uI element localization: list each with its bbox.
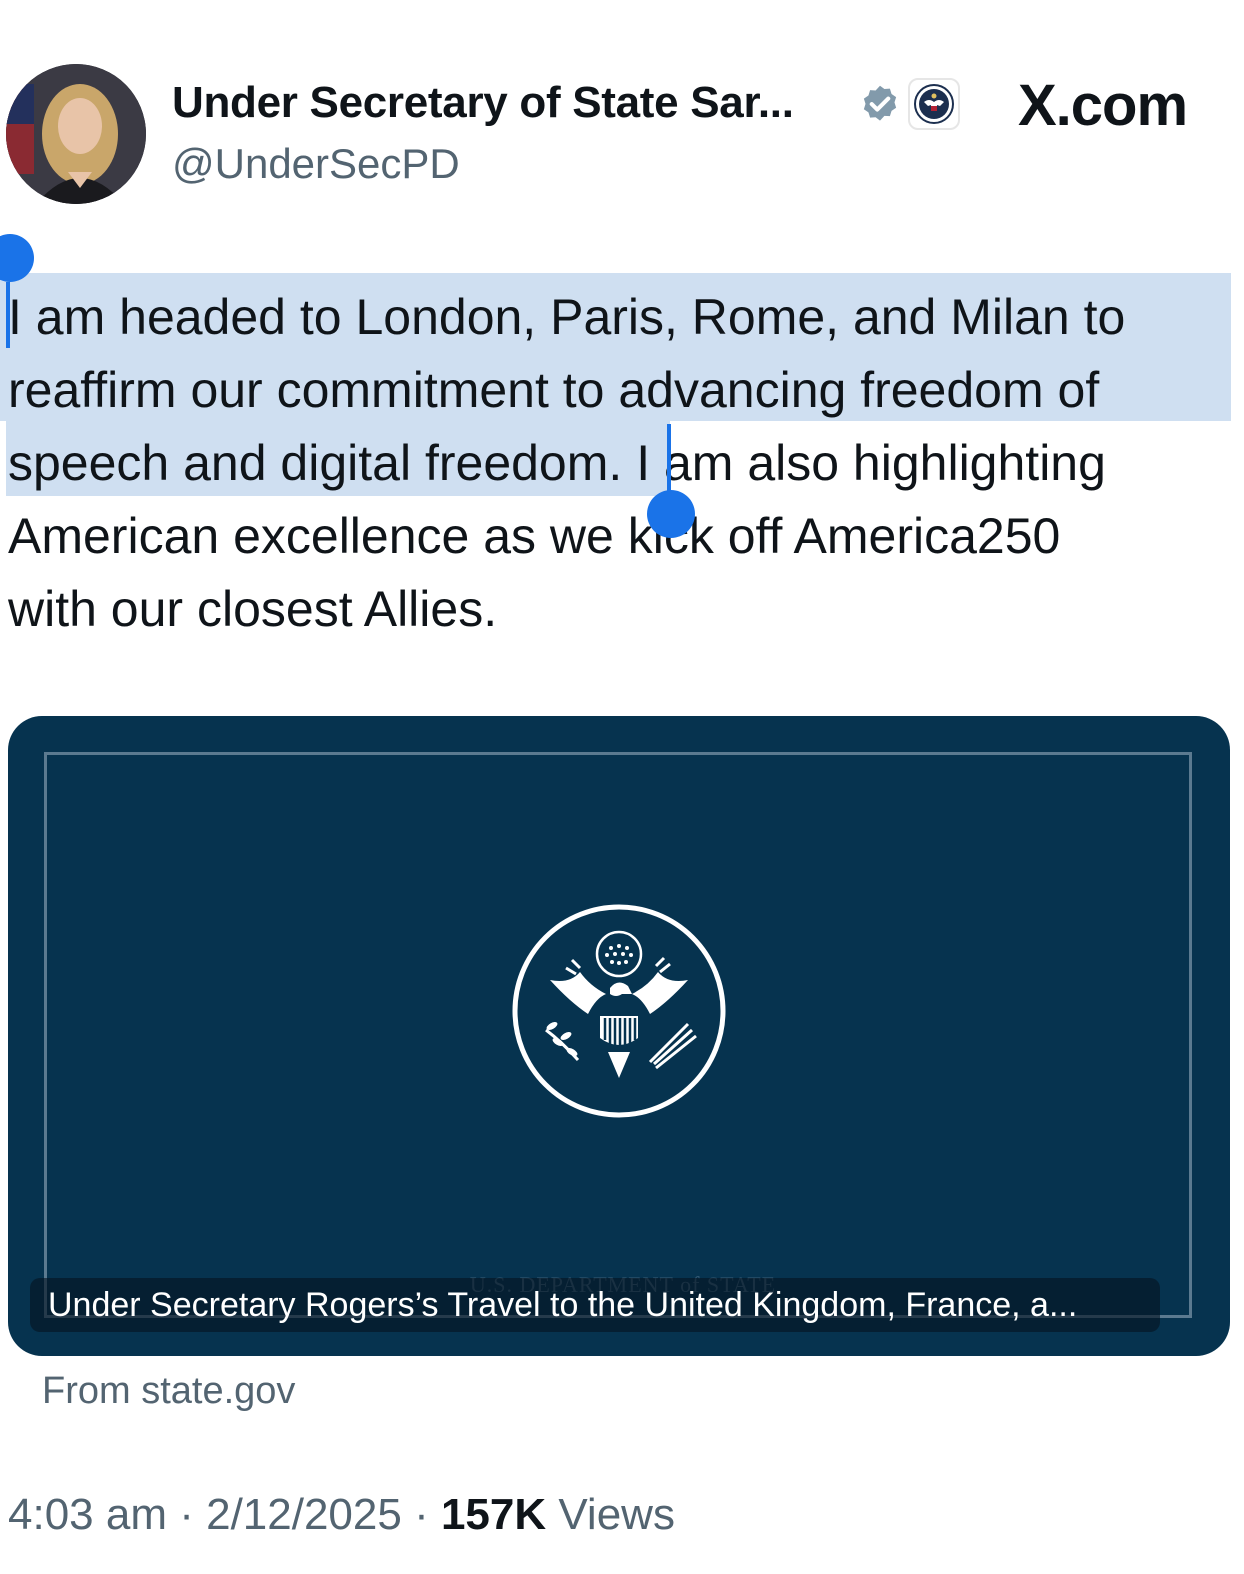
tweet-time[interactable]: 4:03 am	[8, 1490, 167, 1539]
verified-badge-icon	[863, 85, 897, 121]
card-caption[interactable]: Under Secretary Rogers’s Travel to the U…	[30, 1278, 1160, 1332]
user-handle[interactable]: @UnderSecPD	[172, 140, 460, 188]
tweet-line: reaffirm our commitment to advancing fre…	[8, 362, 1100, 418]
tweet-line-selected: speech and digital freedom.	[8, 435, 623, 491]
tweet-text[interactable]: I am headed to London, Paris, Rome, and …	[8, 281, 1238, 646]
state-department-seal-icon[interactable]	[908, 78, 960, 130]
selection-start-caret	[6, 282, 10, 348]
tweet-meta: 4:03 am · 2/12/2025 · 157K Views	[8, 1490, 675, 1540]
site-logo-text: X.com	[1018, 73, 1188, 138]
selection-end-caret	[667, 424, 671, 494]
x-logo: X.com	[1018, 72, 1188, 139]
tweet-date[interactable]: 2/12/2025	[206, 1490, 402, 1539]
meta-separator: ·	[401, 1490, 441, 1539]
selection-end-handle[interactable]	[647, 490, 695, 538]
display-name[interactable]: Under Secretary of State Sar...	[172, 78, 794, 128]
tweet-line: speech and digital freedom. I am also hi…	[8, 427, 1238, 500]
views-count[interactable]: 157K	[441, 1490, 546, 1539]
avatar[interactable]	[6, 64, 146, 204]
views-label: Views	[546, 1490, 675, 1539]
state-department-seal-icon	[512, 904, 726, 1118]
link-card[interactable]: U.S. DEPARTMENT of STATE Under Secretary…	[8, 716, 1230, 1356]
meta-separator: ·	[166, 1490, 207, 1539]
tweet-line-rest: I am also highlighting	[622, 435, 1106, 491]
tweet-line: I am headed to London, Paris, Rome, and …	[8, 289, 1126, 345]
profile-photo	[6, 64, 146, 204]
tweet-line: with our closest Allies.	[8, 581, 498, 637]
link-source[interactable]: From state.gov	[42, 1370, 295, 1413]
tweet-line: American excellence as we kick off Ameri…	[8, 508, 1061, 564]
